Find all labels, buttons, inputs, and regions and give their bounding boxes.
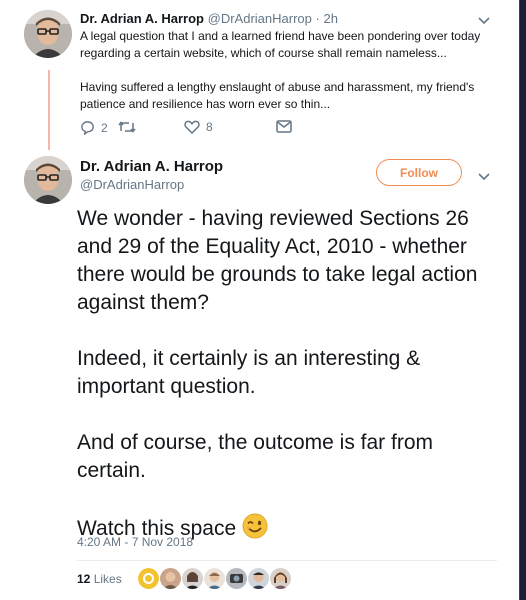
parent-tweet-text: A legal question that I and a learned fr… xyxy=(80,28,498,113)
likes-label: Likes xyxy=(93,572,122,586)
liker-avatar[interactable] xyxy=(138,568,159,589)
window-frame-edge xyxy=(519,0,526,600)
reply-icon xyxy=(81,121,94,135)
author-handle[interactable]: @DrAdrianHarrop xyxy=(80,177,184,192)
liker-avatar[interactable] xyxy=(226,568,247,589)
parent-author-handle[interactable]: @DrAdrianHarrop xyxy=(208,11,312,26)
like-count: 8 xyxy=(206,120,213,134)
parent-paragraph: A legal question that I and a learned fr… xyxy=(80,29,481,60)
likes-count: 12 xyxy=(77,572,91,586)
message-icon xyxy=(276,120,292,133)
tweet-paragraph: Indeed, it certainly is an interesting &… xyxy=(77,347,421,398)
like-button[interactable]: 8 xyxy=(184,120,213,134)
winking-face-emoji-icon xyxy=(242,513,268,547)
direct-message-button[interactable] xyxy=(276,120,292,133)
chevron-down-icon[interactable] xyxy=(478,14,490,28)
parent-paragraph: Having suffered a lengthy enslaught of a… xyxy=(80,80,475,111)
retweet-icon xyxy=(118,121,136,133)
header-separator: · xyxy=(315,11,320,26)
author-name[interactable]: Dr. Adrian A. Harrop xyxy=(80,158,223,175)
liker-avatar[interactable] xyxy=(182,568,203,589)
tweet-paragraph: And of course, the outcome is far from c… xyxy=(77,431,433,482)
chevron-down-icon[interactable] xyxy=(478,170,490,184)
follow-button[interactable]: Follow xyxy=(376,159,462,186)
retweet-button[interactable] xyxy=(118,120,136,134)
window-frame-highlight xyxy=(519,0,520,600)
tweet-paragraph: We wonder - having reviewed Sections 26 … xyxy=(77,207,478,314)
reply-count: 2 xyxy=(101,120,108,135)
author-avatar[interactable] xyxy=(24,156,72,204)
likes-summary[interactable]: 12 Likes xyxy=(77,572,122,586)
like-icon xyxy=(184,120,200,134)
divider xyxy=(77,560,497,561)
parent-author-name[interactable]: Dr. Adrian A. Harrop xyxy=(80,11,204,26)
thread-connector-line xyxy=(48,70,50,150)
liker-avatar[interactable] xyxy=(160,568,181,589)
parent-tweet-time[interactable]: 2h xyxy=(323,11,337,26)
tweet-text: We wonder - having reviewed Sections 26 … xyxy=(77,205,497,547)
liker-avatar[interactable] xyxy=(204,568,225,589)
liker-avatar[interactable] xyxy=(270,568,291,589)
parent-author-avatar[interactable] xyxy=(24,10,72,58)
reply-button[interactable]: 2 xyxy=(80,120,108,135)
liker-avatar[interactable] xyxy=(248,568,269,589)
parent-tweet-header: Dr. Adrian A. Harrop @DrAdrianHarrop · 2… xyxy=(80,11,338,26)
tweet-timestamp[interactable]: 4:20 AM - 7 Nov 2018 xyxy=(77,535,193,549)
